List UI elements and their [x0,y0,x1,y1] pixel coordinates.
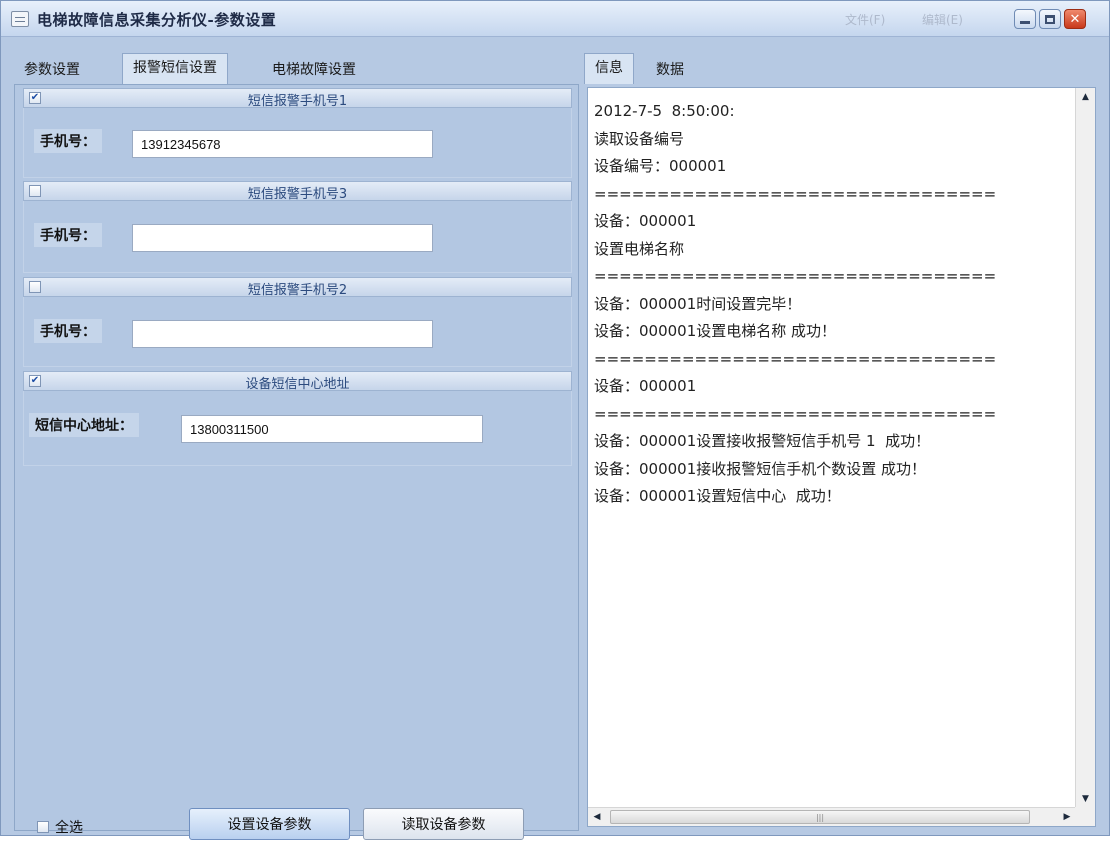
group-sms-center: ✔ 设备短信中心地址 短信中心地址： [23,371,572,466]
horizontal-scrollbar[interactable]: ◀ ||| ▶ [588,807,1077,826]
log-line: 读取设备编号 [594,129,685,148]
settings-panel: 参数设置 报警短信设置 电梯故障设置 ✔ 短信报警手机号1 手机号： 13912… [14,51,579,840]
log-line: 设置电梯名称 [594,239,685,258]
group-header: 短信报警手机号2 [23,277,572,298]
group-body: 手机号： [23,108,572,178]
group-sms-phone-1: ✔ 短信报警手机号1 手机号： [23,88,572,178]
group-sms-phone-3: 短信报警手机号3 手机号： [23,181,572,273]
close-button[interactable]: ✕ [1064,9,1086,29]
log-line: 设备：000001设置接收报警短信手机号 1 成功！ [594,432,931,450]
arrow-right-icon[interactable]: ▶ [1058,808,1076,826]
vertical-scrollbar[interactable]: ▲ ▼ [1075,88,1095,808]
phone-label: 手机号： [34,129,102,153]
sms-center-input[interactable] [181,415,483,443]
arrow-down-icon[interactable]: ▼ [1076,790,1095,808]
tab-data[interactable]: 数据 [646,56,694,84]
group-title: 短信报警手机号2 [247,283,348,298]
log-line: ================================ [594,184,997,203]
close-icon: ✕ [1069,11,1081,27]
select-all[interactable]: 全选 [37,817,83,837]
log-line: 设备：000001 [594,377,697,395]
phone-input-1[interactable] [132,130,433,158]
output-tabs: 信息 数据 [584,53,1099,84]
log-line: 设备：000001设置电梯名称 成功！ [594,322,837,340]
settings-tabs: 参数设置 报警短信设置 电梯故障设置 [14,53,579,84]
tab-info[interactable]: 信息 [584,53,634,84]
read-device-params-button[interactable]: 读取设备参数 [363,808,524,840]
output-panel: 信息 数据 2012-7-5 8:50:00: 读取设备编号设备编号：000001… [584,51,1099,831]
log-text: 2012-7-5 8:50:00: 读取设备编号设备编号：000001 ======… [594,98,1074,813]
phone-label: 手机号： [34,223,102,247]
set-device-params-button[interactable]: 设置设备参数 [189,808,350,840]
log-line: ================================ [594,349,997,368]
arrow-left-icon[interactable]: ◀ [588,808,606,826]
minimize-button[interactable] [1014,9,1036,29]
group-header: ✔ 短信报警手机号1 [23,88,572,109]
scroll-corner [1075,807,1095,826]
tab-param-settings[interactable]: 参数设置 [14,56,90,84]
log-line: 设备编号：000001 [594,157,727,175]
select-all-label: 全选 [55,820,83,836]
select-all-checkbox[interactable] [37,821,49,833]
group-title: 短信报警手机号3 [247,187,348,202]
log-line: ================================ [594,267,997,285]
group-title: 设备短信中心地址 [245,377,350,392]
log-line: ================================ [594,404,997,423]
arrow-up-icon[interactable]: ▲ [1076,88,1095,106]
group-body: 手机号： [23,297,572,367]
window-menu-icon[interactable] [11,11,29,27]
menu-file[interactable]: 文件(F) [845,11,885,28]
info-log[interactable]: 2012-7-5 8:50:00: 读取设备编号设备编号：000001 ======… [587,87,1096,827]
group-header: 短信报警手机号3 [23,181,572,202]
title-bar: 电梯故障信息采集分析仪-参数设置 文件(F) 编辑(E) ✕ [1,1,1109,37]
log-line: 设备：000001设置短信中心 成功！ [594,487,841,505]
log-line: 设备：000001 [594,212,697,230]
phone-label: 手机号： [34,319,102,343]
log-line: 设备：000001时间设置完毕！ [594,294,802,313]
horizontal-scroll-thumb[interactable]: ||| [610,810,1030,824]
group-title: 短信报警手机号1 [247,94,348,109]
phone-input-2[interactable] [132,320,433,348]
tab-elevator-fault-settings[interactable]: 电梯故障设置 [262,56,366,84]
window-title: 电梯故障信息采集分析仪-参数设置 [37,11,277,29]
maximize-button[interactable] [1039,9,1061,29]
maximize-icon [1045,14,1055,24]
group-sms-phone-2: 短信报警手机号2 手机号： [23,277,572,367]
app-window: 电梯故障信息采集分析仪-参数设置 文件(F) 编辑(E) ✕ 参数设置 报警短信… [0,0,1110,840]
tab-alarm-sms-settings[interactable]: 报警短信设置 [122,53,228,84]
sms-center-label: 短信中心地址： [29,413,139,437]
group-body: 手机号： [23,201,572,273]
log-line: 2012-7-5 8:50:00: [594,102,735,120]
phone-input-3[interactable] [132,224,433,252]
menu-edit[interactable]: 编辑(E) [922,11,963,28]
log-line: 设备：000001接收报警短信手机个数设置 成功！ [594,459,927,478]
action-bar: 全选 设置设备参数 读取设备参数 [15,803,580,843]
alarm-sms-tab-content: ✔ 短信报警手机号1 手机号： 短信报警手机号3 手机号： [14,84,579,840]
group-header: ✔ 设备短信中心地址 [23,371,572,392]
group-body: 短信中心地址： [23,391,572,466]
minimize-icon [1020,20,1030,24]
